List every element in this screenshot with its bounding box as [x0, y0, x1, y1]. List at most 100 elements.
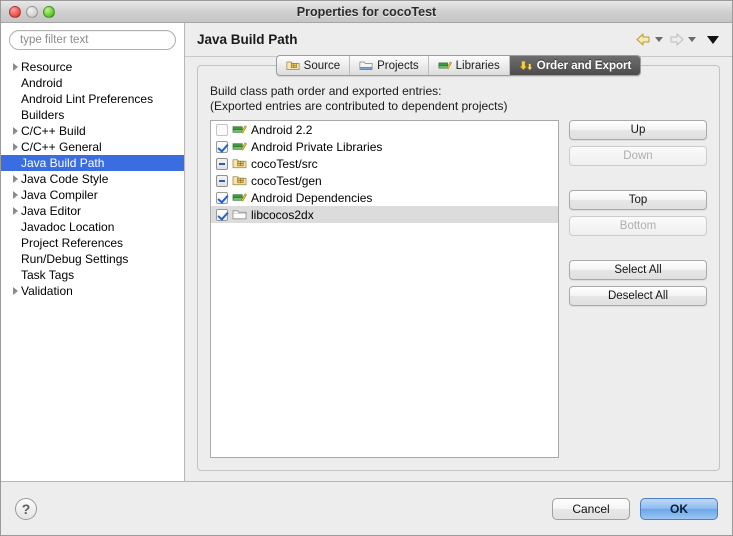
sidebar-item-java-build-path[interactable]: Java Build Path [1, 155, 184, 171]
list-item[interactable]: Android Private Libraries [211, 138, 558, 155]
panel-description-line2: (Exported entries are contributed to dep… [210, 99, 508, 113]
classpath-entries-list[interactable]: Android 2.2 Android Private Libraries coco… [210, 120, 559, 458]
sidebar-item-javadoc-location[interactable]: Javadoc Location [1, 219, 184, 235]
source-folder-icon [286, 61, 300, 70]
window-controls [1, 5, 55, 18]
button-group-gap [569, 242, 707, 254]
chevron-right-icon [12, 175, 18, 183]
source-folder-icon [232, 176, 247, 186]
sidebar-item-c-c-general[interactable]: C/C++ General [1, 139, 184, 155]
sidebar-item-java-compiler[interactable]: Java Compiler [1, 187, 184, 203]
window-title: Properties for cocoTest [296, 4, 437, 19]
close-button[interactable] [9, 5, 21, 18]
list-item[interactable]: Android Dependencies [211, 189, 558, 206]
sidebar-item-c-c-build[interactable]: C/C++ Build [1, 123, 184, 139]
list-item[interactable]: cocoTest/gen [211, 172, 558, 189]
panel-group-box: Source Projects Libraries Order and Export … [197, 55, 720, 471]
cancel-button[interactable]: Cancel [552, 497, 630, 520]
bottom-button: Bottom [569, 216, 707, 236]
chevron-right-icon [12, 143, 18, 151]
filter-input[interactable] [20, 34, 165, 46]
list-item[interactable]: Android 2.2 [211, 121, 558, 138]
preferences-tree: Resource Android Android Lint Preferences B… [1, 58, 184, 481]
page-nav-icons [635, 32, 722, 47]
tab-label: Source [303, 59, 341, 72]
properties-dialog: Properties for cocoTest Resource Android A… [0, 0, 733, 536]
expand-triangle-icon[interactable] [9, 127, 21, 135]
sidebar-item-java-code-style[interactable]: Java Code Style [1, 171, 184, 187]
list-action-buttons: Up Down Top Bottom Select All Deselect All [569, 120, 707, 458]
library-books-icon [232, 125, 247, 134]
deselect-all-button[interactable]: Deselect All [569, 286, 707, 306]
sidebar-item-label: Java Compiler [21, 188, 98, 202]
list-item[interactable]: libcocos2dx [211, 206, 558, 223]
sidebar-item-builders[interactable]: Builders [1, 107, 184, 123]
top-button[interactable]: Top [569, 190, 707, 210]
sidebar-item-label: Project References [21, 236, 124, 250]
expand-triangle-icon[interactable] [9, 287, 21, 295]
entry-checkbox[interactable] [216, 208, 228, 221]
projects-folder-icon [359, 61, 373, 70]
entry-label: Android 2.2 [251, 122, 313, 137]
panel-description-line1: Build class path order and exported entr… [210, 84, 442, 98]
sidebar-item-java-editor[interactable]: Java Editor [1, 203, 184, 219]
sidebar-item-project-references[interactable]: Project References [1, 235, 184, 251]
sidebar-item-validation[interactable]: Validation [1, 283, 184, 299]
tab-projects[interactable]: Projects [350, 56, 429, 75]
sidebar-item-label: Builders [21, 108, 65, 122]
dialog-footer: ? Cancel OK [1, 481, 732, 535]
sidebar-item-label: Task Tags [21, 268, 75, 282]
entry-checkbox[interactable] [216, 157, 228, 170]
tab-order-and-export[interactable]: Order and Export [509, 56, 641, 75]
entry-checkbox[interactable] [216, 191, 228, 204]
zoom-button[interactable] [43, 5, 55, 18]
filter-field-wrapper[interactable] [9, 30, 176, 50]
entry-label: libcocos2dx [251, 207, 314, 222]
chevron-right-icon [12, 127, 18, 135]
ok-button[interactable]: OK [640, 497, 718, 520]
tab-source[interactable]: Source [277, 56, 351, 75]
sidebar-item-label: Android [21, 76, 63, 90]
expand-triangle-icon[interactable] [9, 143, 21, 151]
button-group-gap [569, 172, 707, 184]
sidebar-item-android[interactable]: Android [1, 75, 184, 91]
sidebar-item-label: Validation [21, 284, 73, 298]
sidebar-item-label: Java Code Style [21, 172, 109, 186]
sidebar-item-run-debug-settings[interactable]: Run/Debug Settings [1, 251, 184, 267]
chevron-right-icon [12, 191, 18, 199]
tab-label: Order and Export [536, 59, 632, 72]
dialog-body: Resource Android Android Lint Preferences B… [1, 23, 732, 481]
sidebar-item-label: Run/Debug Settings [21, 252, 129, 266]
forward-dropdown-caret[interactable] [688, 37, 696, 42]
help-button[interactable]: ? [15, 497, 37, 520]
tab-label: Projects [377, 59, 419, 72]
entry-label: Android Dependencies [251, 190, 373, 205]
expand-triangle-icon[interactable] [9, 191, 21, 199]
tab-libraries[interactable]: Libraries [429, 56, 510, 75]
expand-triangle-icon[interactable] [9, 175, 21, 183]
select-all-button[interactable]: Select All [569, 260, 707, 280]
sidebar-item-resource[interactable]: Resource [1, 59, 184, 75]
back-arrow-icon[interactable] [635, 32, 652, 47]
expand-triangle-icon[interactable] [9, 207, 21, 215]
minimize-button[interactable] [26, 5, 38, 18]
sidebar-item-android-lint-preferences[interactable]: Android Lint Preferences [1, 91, 184, 107]
footer-buttons: Cancel OK [552, 497, 718, 520]
expand-triangle-icon[interactable] [9, 63, 21, 71]
entry-checkbox[interactable] [216, 140, 228, 153]
chevron-down-icon[interactable] [707, 35, 719, 44]
build-path-panel: Source Projects Libraries Order and Export … [185, 55, 732, 481]
entry-checkbox[interactable] [216, 174, 228, 187]
sidebar-item-task-tags[interactable]: Task Tags [1, 267, 184, 283]
sidebar-item-label: C/C++ General [21, 140, 102, 154]
entry-label: cocoTest/src [251, 156, 318, 171]
list-item[interactable]: cocoTest/src [211, 155, 558, 172]
tab-strip: Source Projects Libraries Order and Export [275, 55, 642, 76]
library-books-icon [232, 193, 247, 202]
sidebar-item-label: Java Build Path [21, 156, 105, 170]
up-button[interactable]: Up [569, 120, 707, 140]
library-books-icon [232, 142, 247, 151]
back-dropdown-caret[interactable] [655, 37, 663, 42]
sidebar-item-label: Resource [21, 60, 73, 74]
entry-checkbox[interactable] [216, 123, 228, 136]
